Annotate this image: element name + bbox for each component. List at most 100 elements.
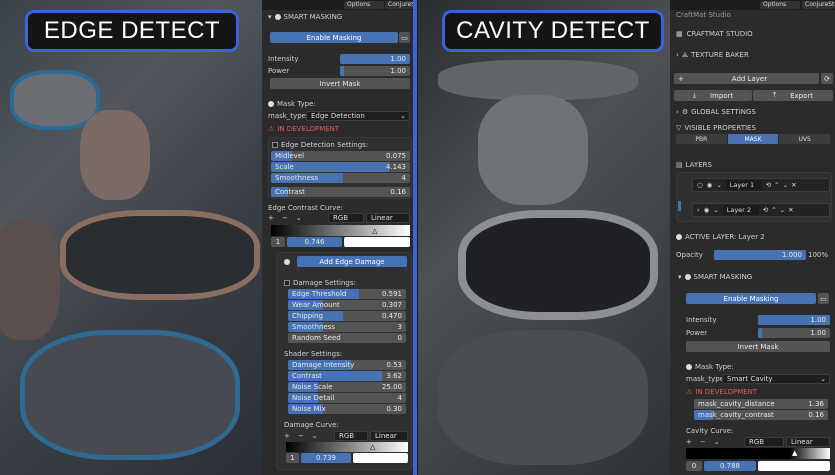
cavity-distance-field[interactable]: mask_cavity_distance 1.36 [694,399,828,409]
radio-icon[interactable] [284,259,290,265]
plus-icon[interactable]: + [284,432,290,440]
damage-curve-channel-dropdown[interactable]: RGB [334,431,368,441]
chipping-field[interactable]: Chipping 0.470 [288,311,406,321]
visible-properties-row[interactable]: ▽ VISIBLE PROPERTIES [676,123,831,133]
chevron-down-icon[interactable]: ⌄ [716,181,721,189]
cavity-curve-widget[interactable]: ▲ [686,448,830,459]
damage-curve-widget[interactable]: △ [286,442,408,452]
smoothness-field[interactable]: Smoothness 4 [271,173,410,183]
section-header[interactable]: ▾ SMART MASKING [268,12,409,22]
conjure-button[interactable]: ConjureSt [802,1,835,9]
cavity-curve-interp-dropdown[interactable]: Linear [786,437,830,447]
eye-icon[interactable]: ◉ [707,181,713,189]
shader-contrast-field[interactable]: Contrast 3.62 [288,371,406,381]
minus-icon[interactable]: − [298,432,304,440]
tab-uvs[interactable]: UVS [779,134,831,144]
checkbox-icon[interactable] [272,142,278,148]
opacity-field[interactable]: 1.000 [714,250,806,260]
enable-masking-button[interactable]: Enable Masking [686,293,816,304]
import-button[interactable]: ⤓ Import [674,90,752,101]
texture-baker-row[interactable]: › ⟁ TEXTURE BAKER [676,50,831,60]
chevron-down-icon[interactable]: ⌄ [713,206,718,214]
curve-handle-icon[interactable]: ▲ [792,449,797,457]
curve-color-swatch[interactable] [344,237,410,247]
global-settings-row[interactable]: › ⚙ GLOBAL SETTINGS [676,107,831,117]
sync-icon[interactable]: ⟲ [763,206,768,214]
add-layer-button[interactable]: + Add Layer [674,73,819,84]
close-icon[interactable]: ✕ [791,181,796,189]
chevron-right-icon[interactable]: › [697,206,700,214]
minus-icon[interactable]: − [282,214,288,222]
close-icon[interactable]: ✕ [788,206,793,214]
up-icon[interactable]: ⌃ [774,181,779,189]
mask-type-dropdown[interactable]: Smart Cavity ⌄ [722,374,830,384]
random-seed-field[interactable]: Random Seed 0 [288,333,406,343]
cavity-distance-label: mask_cavity_distance [698,400,775,408]
damage-curve-point-field[interactable]: 1 [286,453,299,463]
damage-curve-value-field[interactable]: 0.739 [301,453,351,463]
checkbox-icon[interactable] [284,280,290,286]
curve-interp-dropdown[interactable]: Linear [366,213,410,223]
add-edge-damage-button[interactable]: Add Edge Damage [297,256,407,267]
layer-row-2[interactable]: › ◉ ⌄ Layer 2 ⟲ ⌃ ⌄ ✕ [692,203,830,217]
damage-intensity-field[interactable]: Damage Intensity 0.53 [288,360,406,370]
sync-icon[interactable]: ⟲ [766,181,771,189]
scale-field[interactable]: Scale 4.143 [271,162,410,172]
down-icon[interactable]: ⌄ [783,181,788,189]
export-button[interactable]: ⤒ Export [753,90,833,101]
noise-scale-field[interactable]: Noise Scale 25.00 [288,382,406,392]
chevron-down-icon[interactable]: ⌄ [312,432,318,440]
curve-point-field[interactable]: 1 [271,237,285,247]
options-button[interactable]: Options [760,1,800,9]
power-field[interactable]: 1.00 [340,66,410,76]
plus-icon[interactable]: + [268,214,274,222]
up-icon[interactable]: ⌃ [771,206,776,214]
chevron-down-icon: ▾ [678,273,682,281]
chevron-down-icon[interactable]: ⌄ [296,214,302,222]
refresh-icon[interactable]: ⟳ [821,73,833,84]
intensity-field[interactable]: 1.00 [340,54,410,64]
options-button[interactable]: Options [344,1,384,9]
invert-mask-button[interactable]: Invert Mask [270,78,410,89]
noise-detail-field[interactable]: Noise Detail 4 [288,393,406,403]
curve-handle-icon[interactable]: △ [370,443,375,451]
cavity-curve-point-field[interactable]: 0 [686,461,702,471]
radio-icon[interactable]: ○ [697,181,703,189]
power-field[interactable]: 1.00 [758,328,830,338]
plus-icon[interactable]: + [686,438,692,446]
noise-mix-field[interactable]: Noise Mix 0.30 [288,404,406,414]
cavity-curve-channel-dropdown[interactable]: RGB [744,437,784,447]
damage-curve-color-swatch[interactable] [353,453,408,463]
viewport-cavity[interactable]: CAVITY DETECT [418,0,670,475]
copy-icon[interactable]: ▭ [818,293,829,304]
intensity-field[interactable]: 1.00 [758,315,830,325]
chevron-down-icon[interactable]: ⌄ [714,438,720,446]
cavity-curve-value-field[interactable]: 0.788 [704,461,756,471]
mask-type-dropdown[interactable]: Edge Detection ⌄ [306,111,410,121]
curve-value-field[interactable]: 0.746 [287,237,342,247]
layer-row-1[interactable]: ○ ◉ ⌄ Layer 1 ⟲ ⌃ ⌄ ✕ [692,178,830,192]
midlevel-field[interactable]: Midlevel 0.075 [271,151,410,161]
viewport-edge[interactable]: EDGE DETECT [0,0,262,475]
minus-icon[interactable]: − [700,438,706,446]
copy-icon[interactable]: ▭ [399,32,410,43]
section-header[interactable]: ▾ SMART MASKING [678,272,831,282]
curve-handle-icon[interactable]: △ [372,227,377,235]
cavity-curve-color-swatch[interactable] [758,461,830,471]
cavity-contrast-field[interactable]: mask_cavity_contrast 0.16 [694,410,828,420]
damage-curve-interp-dropdown[interactable]: Linear [370,431,408,441]
edge-curve-widget[interactable]: △ [271,225,410,236]
curve-channel-dropdown[interactable]: RGB [328,213,364,223]
studio-row[interactable]: ▦ CRAFTMAT STUDIO [676,29,831,39]
wear-amount-field[interactable]: Wear Amount 0.307 [288,300,406,310]
enable-masking-button[interactable]: Enable Masking [270,32,398,43]
tab-pbr[interactable]: PBR [676,134,727,144]
invert-mask-button[interactable]: Invert Mask [686,341,830,352]
conjure-button[interactable]: ConjureSt [385,1,413,9]
down-icon[interactable]: ⌄ [780,206,785,214]
edge-threshold-field[interactable]: Edge Threshold 0.591 [288,289,406,299]
damage-smoothness-field[interactable]: Smoothness 3 [288,322,406,332]
eye-icon[interactable]: ◉ [704,206,710,214]
contrast-field[interactable]: Contrast 0.16 [271,187,410,197]
tab-mask[interactable]: MASK [727,134,779,144]
